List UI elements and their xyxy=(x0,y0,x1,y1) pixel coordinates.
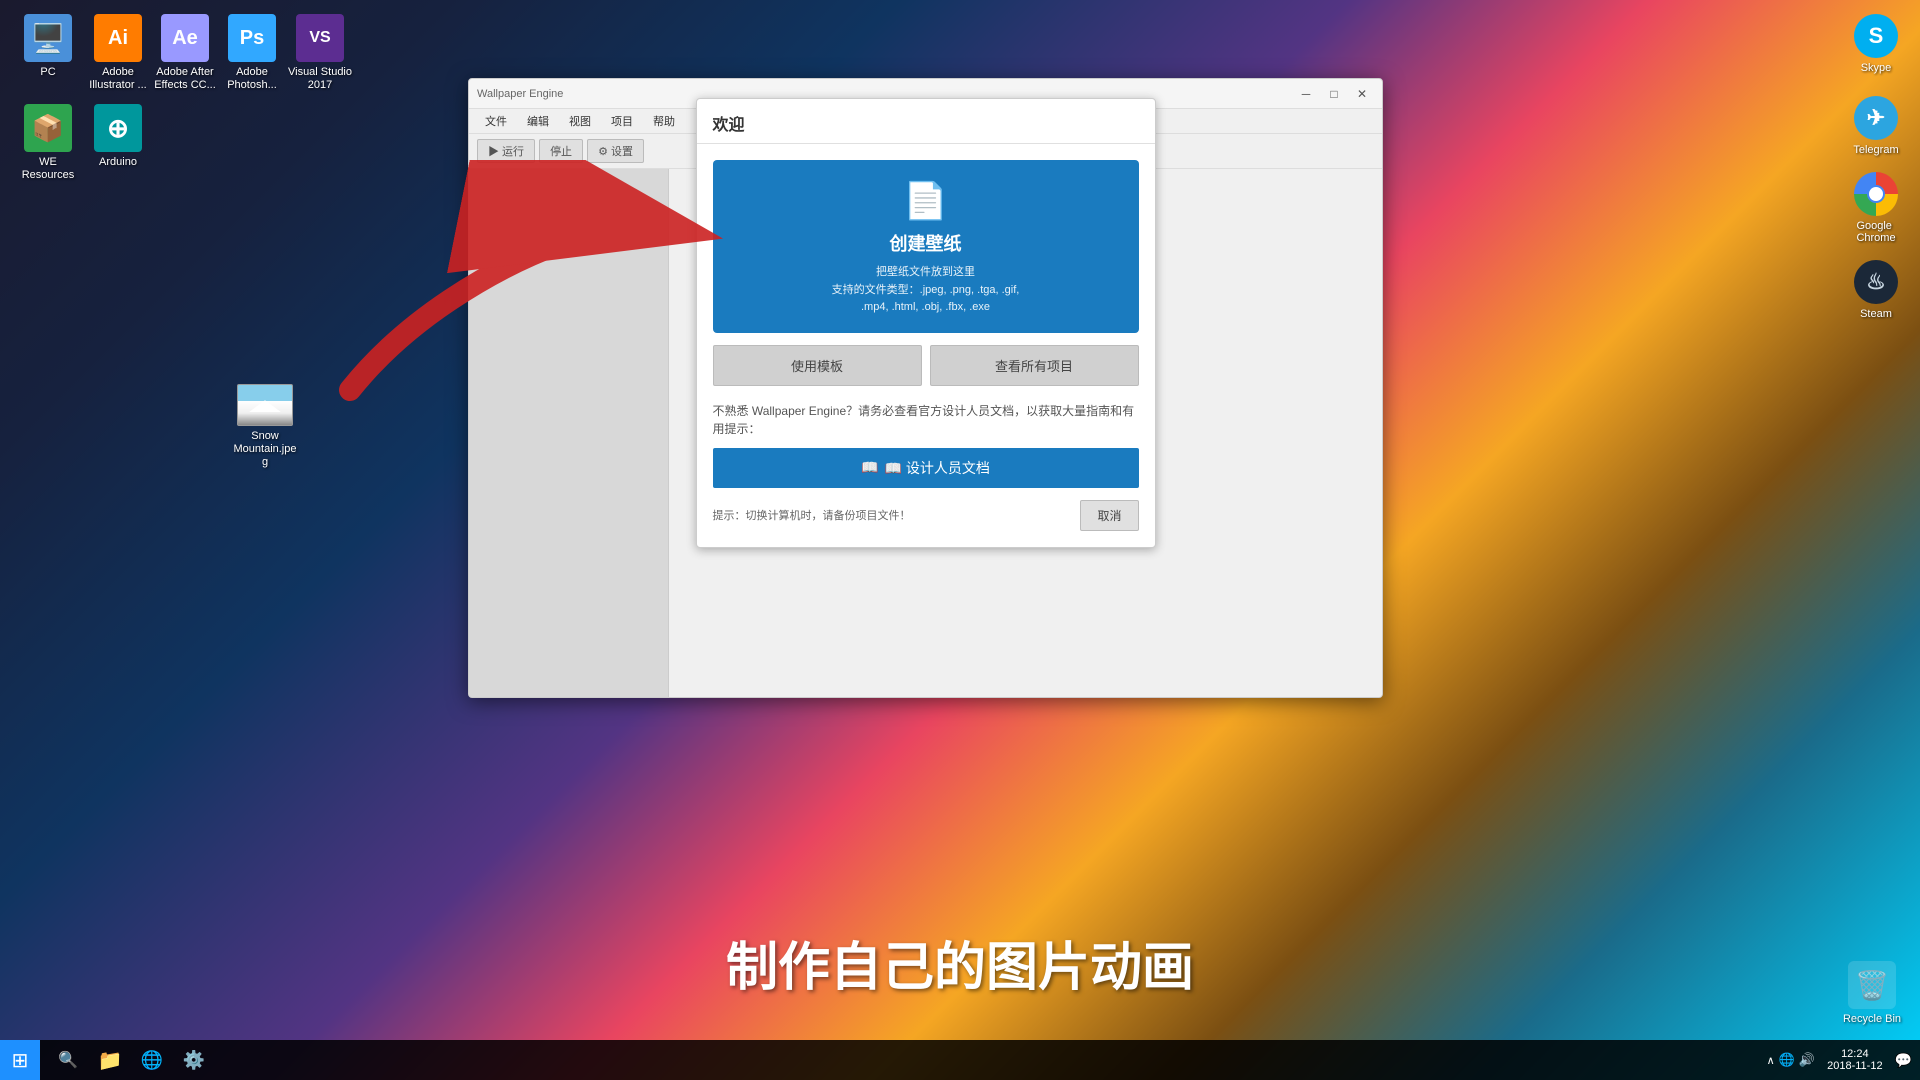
taskbar-tray: ∧ 🌐 🔊 12:24 2018-11-12 💬 xyxy=(1767,1048,1920,1072)
doc-button[interactable]: 📖 📖 设计人员文档 xyxy=(713,448,1139,488)
systray-chrome[interactable]: GoogleChrome xyxy=(1836,168,1916,248)
folder-icon: 📁 xyxy=(98,1048,123,1073)
snow-mountain-thumbnail xyxy=(237,384,293,426)
create-wallpaper-button[interactable]: 📄 创建壁纸 把壁纸文件放到这里 支持的文件类型：.jpeg, .png, .t… xyxy=(713,160,1139,333)
systray-skype[interactable]: S Skype xyxy=(1836,4,1916,84)
desktop-icon-arduino[interactable]: ⊕ Arduino xyxy=(78,100,158,173)
desktop-icon-we[interactable]: 📦 WEResources xyxy=(8,100,88,186)
snow-mountain-label: SnowMountain.jpeg xyxy=(234,430,297,470)
taskbar-file-explorer[interactable]: 📁 xyxy=(90,1040,130,1080)
desktop-icon-ae-label: Adobe AfterEffects CC... xyxy=(154,66,216,92)
dialog-action-buttons: 使用模板 查看所有项目 xyxy=(713,345,1139,386)
menu-project[interactable]: 项目 xyxy=(603,111,641,131)
tray-date-display: 2018-11-12 xyxy=(1827,1060,1882,1072)
chrome-icon: 🌐 xyxy=(141,1050,163,1071)
desktop-icon-ps-label: AdobePhotosh... xyxy=(227,66,277,92)
menu-file[interactable]: 文件 xyxy=(477,111,515,131)
recycle-bin[interactable]: 🗑️ Recycle Bin xyxy=(1836,961,1908,1025)
use-template-button[interactable]: 使用模板 xyxy=(713,345,922,386)
taskbar-icons: 🔍 📁 🌐 ⚙️ xyxy=(40,1040,222,1080)
welcome-dialog: 欢迎 📄 创建壁纸 把壁纸文件放到这里 支持的文件类型：.jpeg, .png,… xyxy=(696,98,1156,548)
taskbar-chrome[interactable]: 🌐 xyxy=(132,1040,172,1080)
stop-button[interactable]: 停止 xyxy=(539,139,583,163)
tray-notification[interactable]: 💬 xyxy=(1895,1052,1912,1069)
systray-steam[interactable]: ♨ Steam xyxy=(1836,250,1916,330)
cancel-button[interactable]: 取消 xyxy=(1080,500,1138,531)
tray-network: 🌐 xyxy=(1779,1052,1795,1068)
desktop-icon-snow-mountain[interactable]: SnowMountain.jpeg xyxy=(225,380,305,474)
tray-time-display: 12:24 xyxy=(1841,1048,1869,1060)
create-wallpaper-desc2: 支持的文件类型：.jpeg, .png, .tga, .gif,.mp4, .h… xyxy=(729,282,1123,317)
tray-clock[interactable]: 12:24 2018-11-12 xyxy=(1819,1048,1890,1072)
desktop-icon-vs[interactable]: VS Visual Studio2017 xyxy=(280,10,360,96)
desktop-icon-vs-label: Visual Studio2017 xyxy=(288,66,352,92)
taskbar-settings[interactable]: ⚙️ xyxy=(174,1040,214,1080)
taskbar-search[interactable]: 🔍 xyxy=(48,1040,88,1080)
settings-button[interactable]: ⚙ 设置 xyxy=(587,139,644,163)
recycle-bin-label: Recycle Bin xyxy=(1843,1013,1901,1025)
desktop-icon-ai-label: AdobeIllustrator ... xyxy=(89,66,146,92)
menu-edit[interactable]: 编辑 xyxy=(519,111,557,131)
dialog-hint: 提示：切换计算机时，请备份项目文件！ xyxy=(713,507,911,523)
minimize-button[interactable]: ─ xyxy=(1294,84,1318,104)
app-sidebar xyxy=(469,169,669,697)
menu-help[interactable]: 帮助 xyxy=(645,111,683,131)
tray-volume: 🔊 xyxy=(1799,1052,1815,1068)
desktop-icon-we-label: WEResources xyxy=(22,156,75,182)
maximize-button[interactable]: □ xyxy=(1322,84,1346,104)
search-icon: 🔍 xyxy=(58,1050,78,1070)
tray-chevron[interactable]: ∧ xyxy=(1767,1054,1775,1067)
windows-logo: ⊞ xyxy=(12,1048,29,1073)
create-wallpaper-desc1: 把壁纸文件放到这里 xyxy=(729,264,1123,282)
titlebar-controls: ─ □ ✕ xyxy=(1294,84,1374,104)
dialog-title: 欢迎 xyxy=(697,99,1155,144)
systray-telegram[interactable]: ✈ Telegram xyxy=(1836,86,1916,166)
book-icon: 📖 xyxy=(861,459,878,476)
systray-chrome-label: GoogleChrome xyxy=(1856,220,1895,244)
close-button[interactable]: ✕ xyxy=(1350,84,1374,104)
system-tray-top: S Skype ✈ Telegram GoogleChrome ♨ Steam xyxy=(1832,0,1920,334)
systray-steam-label: Steam xyxy=(1860,308,1892,320)
systray-skype-label: Skype xyxy=(1861,62,1892,74)
dialog-footer: 提示：切换计算机时，请备份项目文件！ 取消 xyxy=(713,500,1139,531)
run-button[interactable]: ▶ 运行 xyxy=(477,139,535,163)
app-title: Wallpaper Engine xyxy=(477,88,563,100)
recycle-bin-icon: 🗑️ xyxy=(1848,961,1896,1009)
create-wallpaper-label: 创建壁纸 xyxy=(729,230,1123,256)
settings-icon: ⚙️ xyxy=(183,1050,205,1071)
doc-button-label: 📖 设计人员文档 xyxy=(885,458,990,478)
desktop-icon-arduino-label: Arduino xyxy=(99,156,137,169)
menu-view[interactable]: 视图 xyxy=(561,111,599,131)
file-icon: 📄 xyxy=(729,180,1123,222)
taskbar: ⊞ 🔍 📁 🌐 ⚙️ ∧ 🌐 🔊 12:24 2018-11-12 💬 xyxy=(0,1040,1920,1080)
dialog-info-text: 不熟悉 Wallpaper Engine？请务必查看官方设计人员文档，以获取大量… xyxy=(713,402,1139,438)
systray-telegram-label: Telegram xyxy=(1853,144,1898,156)
start-button[interactable]: ⊞ xyxy=(0,1040,40,1080)
dialog-body: 📄 创建壁纸 把壁纸文件放到这里 支持的文件类型：.jpeg, .png, .t… xyxy=(697,144,1155,547)
desktop-icon-pc[interactable]: 🖥️ PC xyxy=(8,10,88,83)
view-all-button[interactable]: 查看所有项目 xyxy=(930,345,1139,386)
desktop-icon-pc-label: PC xyxy=(40,66,55,79)
